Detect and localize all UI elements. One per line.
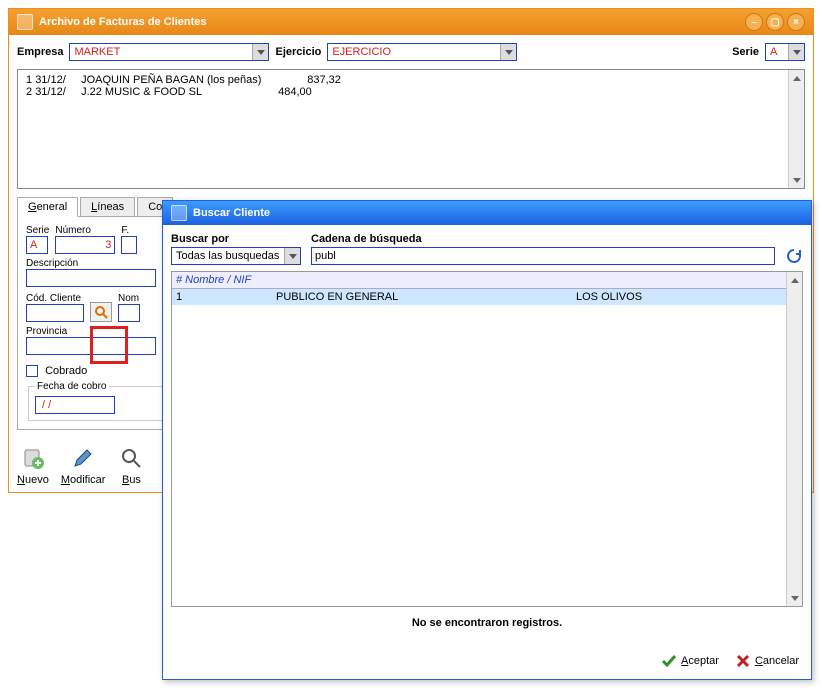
- descripcion-label: Descripción: [26, 258, 168, 269]
- ejercicio-label: Ejercicio: [275, 46, 321, 58]
- serie-combo[interactable]: A: [765, 43, 805, 61]
- provincia-label: Provincia: [26, 326, 168, 337]
- scroll-down-icon[interactable]: [787, 590, 802, 606]
- buscar-por-value: Todas las busquedas: [176, 250, 279, 262]
- list-item[interactable]: 2 31/12/ J.22 MUSIC & FOOD SL 484,00: [18, 86, 804, 98]
- scroll-down-icon[interactable]: [789, 172, 804, 188]
- form-general: Serie Número F. Descripción Cód. Cliente: [17, 216, 177, 430]
- cod-cliente-input[interactable]: [26, 304, 84, 322]
- maximize-button[interactable]: ▢: [766, 13, 784, 31]
- grid-header: # Nombre / NIF: [172, 272, 802, 289]
- dialog-footer: Aceptar Cancelar: [163, 647, 811, 679]
- lookup-cliente-button[interactable]: [90, 302, 112, 322]
- nuevo-button[interactable]: Nuevo: [17, 444, 49, 486]
- buscar-cliente-dialog: Buscar Cliente Buscar por Todas las busq…: [162, 200, 812, 680]
- cancelar-button[interactable]: Cancelar: [735, 653, 799, 669]
- cobrado-label: Cobrado: [45, 365, 87, 377]
- buscar-por-combo[interactable]: Todas las busquedas: [171, 247, 301, 265]
- nom-input[interactable]: [118, 304, 140, 322]
- empresa-value: MARKET: [74, 46, 120, 58]
- fecha-cobro-label: Fecha de cobro: [35, 381, 109, 392]
- ejercicio-value: EJERCICIO: [332, 46, 391, 58]
- f-field: F.: [121, 225, 137, 254]
- dialog-icon: [171, 205, 187, 221]
- chevron-down-icon: [284, 248, 300, 264]
- refresh-button[interactable]: [785, 247, 803, 265]
- numero-input[interactable]: [55, 236, 115, 254]
- ejercicio-combo[interactable]: EJERCICIO: [327, 43, 517, 61]
- provincia-input[interactable]: [26, 337, 156, 355]
- serie-value: A: [770, 46, 777, 58]
- dialog-title-bar: Buscar Cliente: [163, 201, 811, 225]
- scrollbar[interactable]: [788, 70, 804, 188]
- search-icon: [117, 444, 145, 472]
- cod-cliente-label: Cód. Cliente: [26, 293, 84, 304]
- descripcion-input[interactable]: [26, 269, 156, 287]
- tab-lineas[interactable]: Líneas: [80, 197, 135, 217]
- window-title: Archivo de Facturas de Clientes: [39, 16, 207, 28]
- modificar-button[interactable]: Modificar: [61, 444, 106, 486]
- chevron-down-icon: [252, 44, 268, 60]
- numero-field: Número: [55, 225, 115, 254]
- invoice-list[interactable]: 1 31/12/ JOAQUIN PEÑA BAGAN (los peñas) …: [17, 69, 805, 189]
- check-icon: [661, 653, 677, 669]
- cobrado-checkbox[interactable]: [26, 365, 38, 377]
- title-bar: Archivo de Facturas de Clientes – ▢ ×: [9, 9, 813, 35]
- nom-label: Nom: [118, 293, 140, 304]
- buscar-button[interactable]: Bus: [117, 444, 145, 486]
- fecha-cobro-fieldset: Fecha de cobro: [28, 381, 166, 421]
- close-button[interactable]: ×: [787, 13, 805, 31]
- grid-row[interactable]: 1 PUBLICO EN GENERAL LOS OLIVOS: [172, 289, 802, 305]
- scroll-up-icon[interactable]: [789, 70, 804, 86]
- tab-general[interactable]: General: [17, 197, 78, 217]
- list-item[interactable]: 1 31/12/ JOAQUIN PEÑA BAGAN (los peñas) …: [18, 74, 804, 86]
- serie-label: Serie: [732, 46, 759, 58]
- scroll-up-icon[interactable]: [787, 272, 802, 288]
- empresa-label: Empresa: [17, 46, 63, 58]
- edit-icon: [69, 444, 97, 472]
- cadena-label: Cadena de búsqueda: [311, 233, 775, 245]
- filter-bar: Empresa MARKET Ejercicio EJERCICIO Serie…: [9, 35, 813, 69]
- scrollbar[interactable]: [786, 272, 802, 606]
- chevron-down-icon: [500, 44, 516, 60]
- buscar-por-label: Buscar por: [171, 233, 301, 245]
- dialog-title: Buscar Cliente: [193, 207, 270, 219]
- refresh-icon: [786, 248, 802, 264]
- serie-input[interactable]: [26, 236, 48, 254]
- cancel-icon: [735, 653, 751, 669]
- f-input[interactable]: [121, 236, 137, 254]
- empresa-combo[interactable]: MARKET: [69, 43, 269, 61]
- results-grid[interactable]: # Nombre / NIF 1 PUBLICO EN GENERAL LOS …: [171, 271, 803, 607]
- fecha-cobro-input[interactable]: [35, 396, 115, 414]
- serie-field: Serie: [26, 225, 49, 254]
- aceptar-button[interactable]: Aceptar: [661, 653, 719, 669]
- minimize-button[interactable]: –: [745, 13, 763, 31]
- app-icon: [17, 14, 33, 30]
- new-icon: [19, 444, 47, 472]
- chevron-down-icon: [788, 44, 804, 60]
- cadena-input[interactable]: [311, 247, 775, 265]
- status-text: No se encontraron registros.: [171, 607, 803, 639]
- search-icon: [94, 305, 108, 319]
